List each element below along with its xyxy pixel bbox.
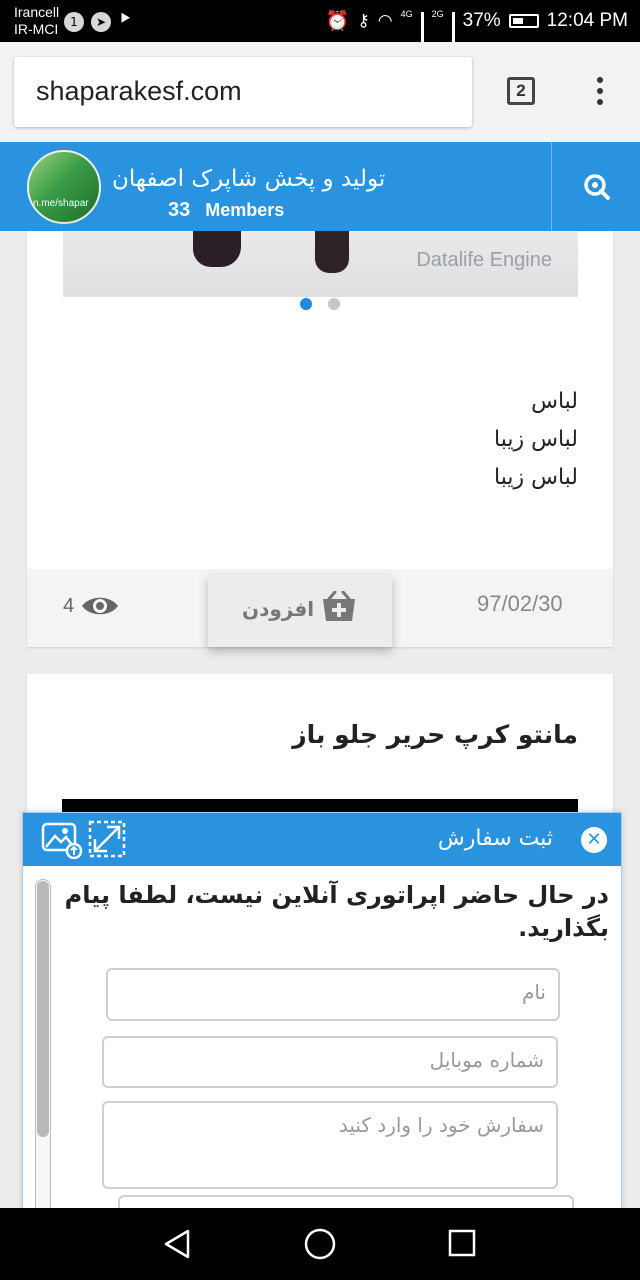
search-icon[interactable] xyxy=(582,173,610,201)
carrier-2: IR-MCI xyxy=(14,21,59,37)
signal-icon-2 xyxy=(451,12,455,56)
post-description: لباس لباس زیبا لباس زیبا xyxy=(494,383,578,497)
recents-icon[interactable] xyxy=(448,1229,476,1257)
channel-members: 33 Members xyxy=(168,199,284,222)
mobile-input[interactable]: شماره موبایل xyxy=(102,1036,558,1088)
key-icon: ⚷ xyxy=(357,11,370,30)
post-date: 97/02/30 xyxy=(477,591,563,616)
slider-dot[interactable] xyxy=(328,298,340,310)
expand-icon[interactable] xyxy=(87,819,127,859)
status-right: ⏰ ⚷ ◠ 4G 2G 37% 12:04 PM xyxy=(325,9,628,56)
add-to-cart-button[interactable]: افزودن xyxy=(208,575,392,647)
battery-icon xyxy=(508,14,539,28)
network-type-2: 2G xyxy=(431,9,444,19)
carrier-1: Irancell xyxy=(14,4,60,20)
telegram-icon: ➤ xyxy=(91,12,111,32)
post-image-slider[interactable]: Datalife Engine xyxy=(63,231,578,297)
notification-count-icon: 1 xyxy=(64,12,84,32)
back-icon[interactable] xyxy=(162,1228,194,1260)
image-watermark: Datalife Engine xyxy=(416,249,552,271)
members-label: Members xyxy=(205,200,285,220)
post-card: Datalife Engine لباس لباس زیبا لباس زیبا… xyxy=(27,231,613,647)
name-input[interactable]: نام xyxy=(106,968,560,1021)
post-line: لباس xyxy=(531,389,578,414)
address-bar[interactable]: shaparakesf.com xyxy=(14,57,472,127)
android-nav-bar xyxy=(0,1208,640,1280)
avatar-text: n.me/shapar xyxy=(33,198,89,209)
tab-switcher-button[interactable]: 2 xyxy=(507,77,535,105)
clock: 12:04 PM xyxy=(546,10,628,31)
members-count: 33 xyxy=(168,199,191,221)
chat-widget: ثبت سفارش ✕ در حال حاضر اپراتوری آنلاین … xyxy=(22,812,622,1239)
send-image-icon[interactable] xyxy=(41,821,83,859)
channel-avatar[interactable]: n.me/shapar xyxy=(27,150,101,224)
order-textarea[interactable]: سفارش خود را وارد کنید xyxy=(102,1101,558,1189)
chat-title: ثبت سفارش xyxy=(437,826,553,851)
network-type-1: 4G xyxy=(400,9,413,19)
eye-icon xyxy=(82,597,119,615)
channel-header: n.me/shapar تولید و پخش شاپرک اصفهان 33 … xyxy=(0,142,640,231)
add-button-label: افزودن xyxy=(242,597,315,621)
alarm-icon: ⏰ xyxy=(325,11,350,32)
browser-toolbar: shaparakesf.com 2 xyxy=(0,42,640,142)
post-line: لباس زیبا xyxy=(494,465,578,490)
header-divider xyxy=(551,142,552,231)
url-text: shaparakesf.com xyxy=(36,76,242,106)
post-line: لباس زیبا xyxy=(494,427,578,452)
signal-icon-1 xyxy=(420,12,424,56)
status-bar: Irancell IR-MCI 1 ➤ ⯈ ⏰ ⚷ ◠ 4G 2G 37% 12… xyxy=(0,0,640,56)
slider-dot-active[interactable] xyxy=(300,298,312,310)
scrollbar-thumb[interactable] xyxy=(37,881,49,1137)
post-title[interactable]: مانتو کرپ حریر جلو باز xyxy=(292,720,578,749)
view-count: 4 xyxy=(63,594,120,618)
wifi-icon: ◠ xyxy=(377,11,393,30)
app-notification-icon: ⯈ xyxy=(118,9,133,30)
battery-percent: 37% xyxy=(462,10,501,31)
offline-message: در حال حاضر اپراتوری آنلاین نیست، لطفا پ… xyxy=(64,881,609,942)
overflow-menu-icon[interactable] xyxy=(590,77,610,113)
chat-header: ثبت سفارش ✕ xyxy=(23,813,621,866)
home-icon[interactable] xyxy=(303,1227,337,1261)
close-icon[interactable]: ✕ xyxy=(581,827,607,853)
carrier-names: Irancell IR-MCI xyxy=(14,4,59,38)
channel-title[interactable]: تولید و پخش شاپرک اصفهان xyxy=(112,166,385,192)
basket-add-icon xyxy=(323,591,355,621)
views-number: 4 xyxy=(63,594,75,617)
